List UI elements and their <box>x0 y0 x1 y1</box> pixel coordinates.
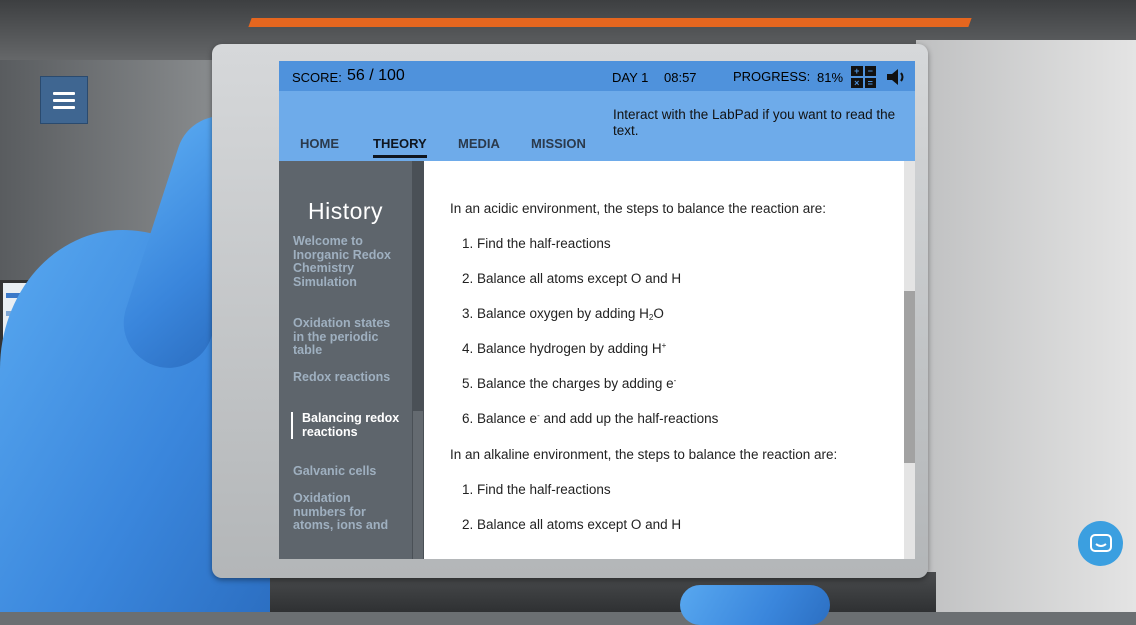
content-scrollbar[interactable] <box>904 161 915 559</box>
day-indicator: DAY 1 <box>612 70 649 85</box>
alkaline-step-2: 2. Balance all atoms except O and H <box>462 517 682 532</box>
tab-theory[interactable]: THEORY <box>373 136 427 158</box>
chat-button[interactable] <box>1078 521 1123 566</box>
status-bar: SCORE: 56 / 100 DAY 1 08:57 PROGRESS: 81… <box>279 61 915 91</box>
acidic-step-6: 6. Balance e- and add up the half-reacti… <box>462 411 719 426</box>
speaker-icon[interactable] <box>885 67 909 87</box>
theory-sidebar: History Welcome to Inorganic Redox Chemi… <box>279 161 412 559</box>
acidic-step-2: 2. Balance all atoms except O and H <box>462 271 682 286</box>
alkaline-intro: In an alkaline environment, the steps to… <box>450 447 838 462</box>
score-value: 56 / 100 <box>347 67 405 84</box>
right-glove <box>680 585 830 625</box>
tab-mission[interactable]: MISSION <box>531 136 586 151</box>
content-scroll-thumb[interactable] <box>904 291 915 463</box>
calculator-icon[interactable]: + − × = <box>851 66 876 88</box>
ceiling-light-strip <box>248 18 972 27</box>
progress-value: 81% <box>817 70 844 85</box>
acidic-step-4: 4. Balance hydrogen by adding H+ <box>462 341 667 356</box>
chat-icon <box>1089 533 1112 552</box>
tab-media[interactable]: MEDIA <box>458 136 500 151</box>
sidebar-item-welcome[interactable]: Welcome to Inorganic Redox Chemistry Sim… <box>293 234 393 289</box>
labpad-tablet[interactable]: SCORE: 56 / 100 DAY 1 08:57 PROGRESS: 81… <box>212 44 928 578</box>
acidic-step-1: 1. Find the half-reactions <box>462 236 611 251</box>
hamburger-icon <box>53 91 75 95</box>
labpad-screen: SCORE: 56 / 100 DAY 1 08:57 PROGRESS: 81… <box>279 61 915 559</box>
acidic-step-3: 3. Balance oxygen by adding H2O <box>462 306 664 322</box>
sidebar-scrollbar[interactable] <box>412 161 424 559</box>
acidic-step-5: 5. Balance the charges by adding e- <box>462 376 677 391</box>
lab-floor <box>230 572 936 612</box>
sidebar-title: History <box>308 198 384 224</box>
alkaline-step-1: 1. Find the half-reactions <box>462 482 611 497</box>
sidebar-item-redox-reactions[interactable]: Redox reactions <box>293 370 393 385</box>
sidebar-scroll-thumb[interactable] <box>413 411 423 559</box>
menu-button[interactable] <box>40 76 88 124</box>
theory-content: In an acidic environment, the steps to b… <box>424 161 904 559</box>
labpad-hint: Interact with the LabPad if you want to … <box>613 107 896 138</box>
sidebar-item-oxidation-states[interactable]: Oxidation states in the periodic table <box>293 316 393 358</box>
tab-home[interactable]: HOME <box>300 136 339 151</box>
progress-label: PROGRESS: <box>733 69 811 84</box>
acidic-intro: In an acidic environment, the steps to b… <box>450 201 826 216</box>
sidebar-item-galvanic-cells[interactable]: Galvanic cells <box>293 464 393 479</box>
sidebar-item-balancing-redox[interactable]: Balancing redox reactions <box>291 411 402 439</box>
score-label: SCORE: <box>292 70 342 85</box>
clock: 08:57 <box>664 70 697 85</box>
sidebar-item-oxidation-numbers[interactable]: Oxidation numbers for atoms, ions and <box>293 491 393 533</box>
